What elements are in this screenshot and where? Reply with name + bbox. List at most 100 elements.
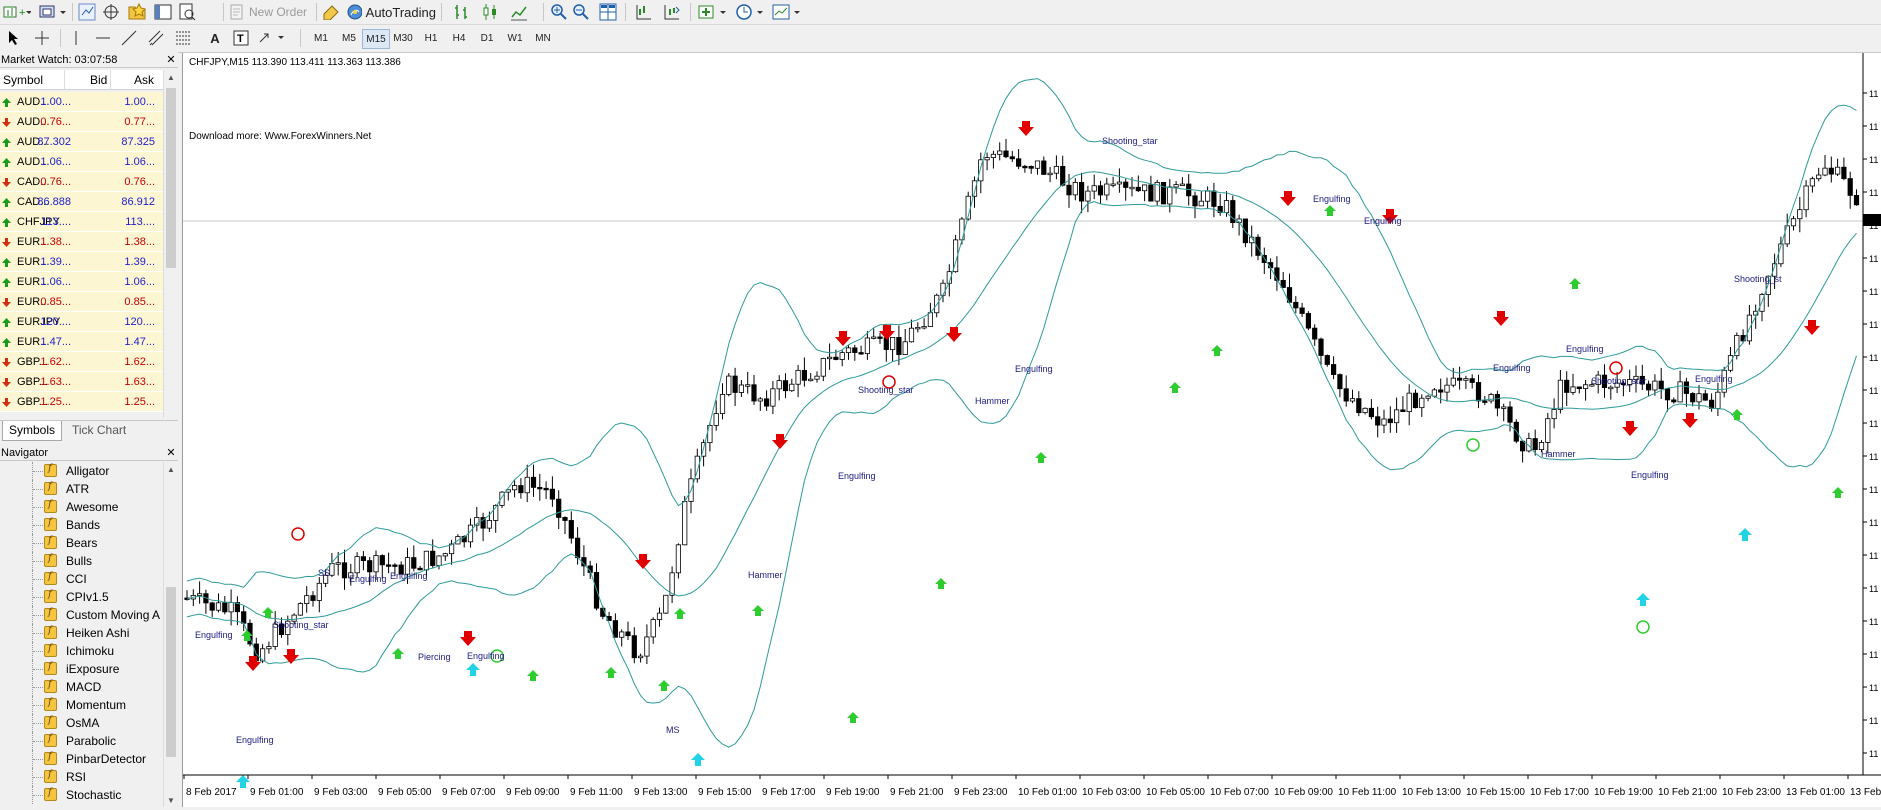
candle-body bbox=[423, 550, 429, 571]
timeframe-h4-button[interactable]: H4 bbox=[446, 29, 472, 47]
market-watch-row[interactable]: EUR... 1.47... 1.47... bbox=[0, 332, 163, 352]
vertical-line-icon[interactable] bbox=[65, 28, 87, 48]
tile-windows-icon[interactable] bbox=[597, 2, 619, 22]
auto-scroll-icon[interactable] bbox=[660, 2, 682, 22]
close-icon[interactable]: ✕ bbox=[164, 445, 178, 461]
scroll-up-icon[interactable]: ▲ bbox=[167, 73, 175, 82]
line-chart-icon[interactable] bbox=[508, 2, 530, 22]
tab-tick-chart[interactable]: Tick Chart bbox=[66, 421, 132, 440]
timeframe-d1-button[interactable]: D1 bbox=[474, 29, 500, 47]
market-watch-row[interactable]: EURJPY 120.... 120.... bbox=[0, 312, 163, 332]
navigator-item[interactable]: PinbarDetector bbox=[0, 750, 163, 768]
periods-button[interactable] bbox=[734, 2, 766, 22]
new-chart-button[interactable]: + bbox=[2, 2, 32, 22]
scroll-up-icon[interactable]: ▲ bbox=[167, 465, 175, 474]
timeframe-m5-button[interactable]: M5 bbox=[336, 29, 362, 47]
indicators-button[interactable] bbox=[697, 2, 729, 22]
sell-arrow bbox=[1280, 191, 1296, 206]
text-box-icon[interactable]: T bbox=[230, 28, 252, 48]
navigator-item[interactable]: CPIv1.5 bbox=[0, 588, 163, 606]
autotrading-button[interactable]: AutoTrading bbox=[346, 2, 436, 22]
navigator-item[interactable]: RSI bbox=[0, 768, 163, 786]
arrows-dropdown-icon[interactable] bbox=[256, 28, 290, 48]
market-watch-row[interactable]: CHFJPY 113.... 113.... bbox=[0, 212, 163, 232]
text-label-icon[interactable]: A bbox=[205, 28, 225, 48]
templates-button[interactable] bbox=[771, 2, 803, 22]
column-ask[interactable]: Ask bbox=[134, 73, 154, 87]
navigator-item[interactable]: Parabolic bbox=[0, 732, 163, 750]
navigator-item[interactable]: Bulls bbox=[0, 552, 163, 570]
market-watch-row[interactable]: AUD... 87.302 87.325 bbox=[0, 132, 163, 152]
candle-body bbox=[1104, 183, 1110, 196]
market-watch-row[interactable]: CAD... 0.76... 0.76... bbox=[0, 172, 163, 192]
navigator-item[interactable]: Stochastic bbox=[0, 786, 163, 804]
bar-chart-icon[interactable] bbox=[451, 2, 473, 22]
chart-canvas[interactable]: EngulfingEngulfingShooting_starSSEngulfi… bbox=[183, 53, 1881, 807]
market-watch-row[interactable]: GBP... 1.63... 1.63... bbox=[0, 372, 163, 392]
market-watch-row[interactable]: EUR... 1.06... 1.06... bbox=[0, 272, 163, 292]
market-watch-row[interactable]: EUR... 0.85... 0.85... bbox=[0, 292, 163, 312]
navigator-item[interactable]: Awesome bbox=[0, 498, 163, 516]
autotrading-icon bbox=[347, 4, 362, 20]
market-watch-row[interactable]: GBP... 1.62... 1.62... bbox=[0, 352, 163, 372]
navigator-item[interactable]: MACD bbox=[0, 678, 163, 696]
market-watch-row[interactable]: EUR... 1.39... 1.39... bbox=[0, 252, 163, 272]
tab-symbols[interactable]: Symbols bbox=[2, 421, 63, 441]
strategy-tester-icon[interactable] bbox=[176, 2, 198, 22]
profiles-button[interactable] bbox=[38, 2, 68, 22]
bid-price: 120.... bbox=[40, 316, 71, 328]
navigator-item[interactable]: Heiken Ashi bbox=[0, 624, 163, 642]
market-watch-row[interactable]: GBP... 1.25... 1.25... bbox=[0, 392, 163, 412]
navigator-toggle-icon[interactable] bbox=[125, 2, 149, 22]
channel-icon[interactable] bbox=[145, 28, 167, 48]
navigator-item[interactable]: Custom Moving A bbox=[0, 606, 163, 624]
timeframe-w1-button[interactable]: W1 bbox=[502, 29, 528, 47]
pattern-label: Engulfing bbox=[236, 735, 274, 745]
market-watch-scrollbar[interactable]: ▲ bbox=[163, 70, 178, 418]
timeframe-m30-button[interactable]: M30 bbox=[390, 29, 416, 47]
new-order-button[interactable]: New Order bbox=[229, 2, 313, 22]
navigator-item[interactable]: OsMA bbox=[0, 714, 163, 732]
close-icon[interactable]: ✕ bbox=[164, 52, 178, 68]
market-watch-toggle-icon[interactable] bbox=[76, 2, 98, 22]
trendline-icon[interactable] bbox=[118, 28, 140, 48]
market-watch-row[interactable]: EUR... 1.38... 1.38... bbox=[0, 232, 163, 252]
horizontal-line-icon[interactable] bbox=[92, 28, 114, 48]
chart-shift-icon[interactable] bbox=[632, 2, 654, 22]
metaeditor-icon[interactable] bbox=[320, 2, 342, 22]
navigator-scrollbar[interactable]: ▲ ▼ bbox=[163, 462, 178, 807]
data-window-icon[interactable] bbox=[100, 2, 122, 22]
market-watch-row[interactable]: AUD... 1.00... 1.00... bbox=[0, 92, 163, 112]
scroll-thumb[interactable] bbox=[166, 88, 176, 268]
navigator-item[interactable]: Alligator bbox=[0, 462, 163, 480]
navigator-item[interactable]: ATR bbox=[0, 480, 163, 498]
zoom-in-icon[interactable] bbox=[548, 2, 570, 22]
navigator-item[interactable]: Bands bbox=[0, 516, 163, 534]
price-chart[interactable]: Engulfing Engulfing Shooting_star SS Engulfi… bbox=[182, 53, 1881, 807]
navigator-item[interactable]: CCI bbox=[0, 570, 163, 588]
column-symbol[interactable]: Symbol bbox=[3, 73, 43, 87]
scroll-down-icon[interactable]: ▼ bbox=[167, 796, 175, 805]
timeframe-m1-button[interactable]: M1 bbox=[308, 29, 334, 47]
zoom-out-icon[interactable] bbox=[570, 2, 592, 22]
fibonacci-icon[interactable] bbox=[172, 28, 194, 48]
timeframe-m15-button[interactable]: M15 bbox=[362, 29, 390, 49]
market-watch-row[interactable]: AUD... 1.06... 1.06... bbox=[0, 152, 163, 172]
navigator-item[interactable]: Momentum bbox=[0, 696, 163, 714]
navigator-item[interactable]: iExposure bbox=[0, 660, 163, 678]
crosshair-icon[interactable] bbox=[30, 28, 54, 48]
scroll-thumb[interactable] bbox=[166, 587, 176, 757]
cursor-icon[interactable] bbox=[2, 28, 26, 48]
timeframe-mn-button[interactable]: MN bbox=[530, 29, 556, 47]
navigator-item[interactable]: Ichimoku bbox=[0, 642, 163, 660]
market-watch-row[interactable]: AUD... 0.76... 0.77... bbox=[0, 112, 163, 132]
column-bid[interactable]: Bid bbox=[90, 73, 107, 87]
market-watch-row[interactable]: CAD... 86.888 86.912 bbox=[0, 192, 163, 212]
arrow-down-icon bbox=[2, 378, 11, 387]
navigator-item[interactable]: Bears bbox=[0, 534, 163, 552]
candlestick-chart-icon[interactable] bbox=[479, 2, 503, 22]
timeframe-h1-button[interactable]: H1 bbox=[418, 29, 444, 47]
time-label: 13 Feb bbox=[1850, 787, 1881, 798]
pattern-label: Shooting_star bbox=[1102, 136, 1158, 146]
terminal-icon[interactable] bbox=[152, 2, 174, 22]
